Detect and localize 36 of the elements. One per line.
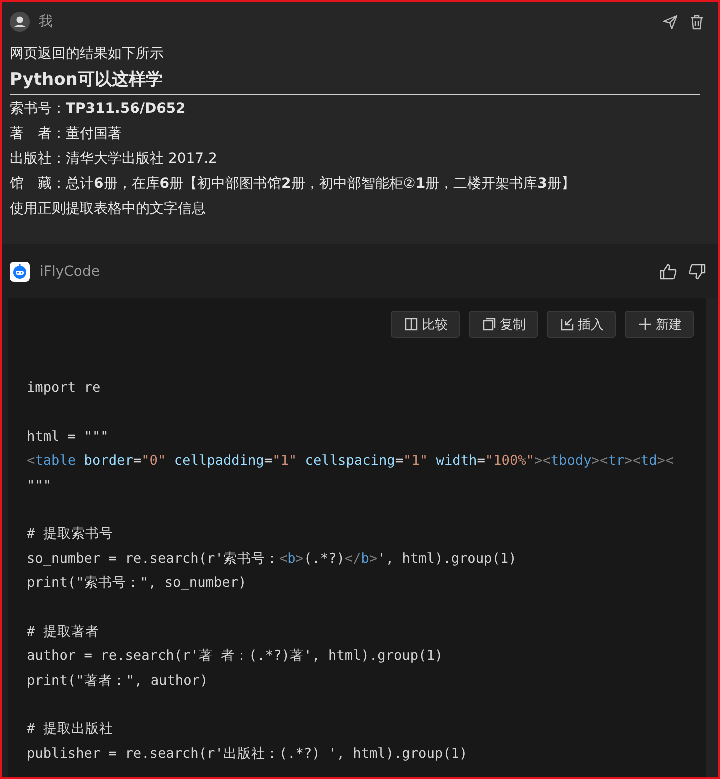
split-panel-icon (405, 318, 418, 331)
code-line: author = re.search(r'著 者：(.*?)著', html).group(1) (27, 647, 444, 666)
scrollbar[interactable] (706, 298, 718, 777)
robot-logo-icon (10, 262, 30, 282)
code-line: # 提取出版社 (27, 720, 114, 740)
book-info-line: 索书号：TP311.56/D652 (10, 100, 187, 119)
code-action-button[interactable]: 新建 (625, 311, 694, 338)
book-title: Python可以这样学 (10, 67, 700, 95)
plus-icon (639, 318, 652, 331)
assistant-name: iFlyCode (40, 264, 100, 280)
insert-icon (561, 318, 574, 331)
code-line: <table border="0" cellpadding="1" cellspacing="1" width="100%"><tbody><tr><td>< (27, 452, 674, 472)
code-action-button[interactable]: 插入 (547, 311, 616, 338)
thumbs-down-icon[interactable] (689, 264, 706, 280)
code-action-button[interactable]: 比较 (391, 311, 460, 338)
request-text: 使用正则提取表格中的文字信息 (10, 200, 207, 219)
send-icon[interactable] (663, 14, 678, 30)
book-info-line: 著 者：董付国著 (10, 125, 123, 144)
code-action-button[interactable]: 复制 (469, 311, 538, 338)
code-line: # 提取索书号 (27, 525, 114, 544)
code-line: html = """ (27, 428, 109, 447)
user-avatar-icon (10, 12, 30, 32)
code-line: """ (27, 476, 52, 496)
user-name: 我 (39, 13, 53, 31)
book-info-line: 馆 藏：总计6册，在库6册【初中部图书馆2册，初中部智能柜②1册，二楼开架书库3册】 (10, 175, 576, 194)
code-line: print("著者：", author) (27, 672, 208, 691)
code-line: import re (27, 379, 101, 398)
book-info-line: 出版社：清华大学出版社 2017.2 (10, 150, 218, 169)
code-line: publisher = re.search(r'出版社：(.*?) ', html).group(1) (27, 744, 468, 764)
intro-text: 网页返回的结果如下所示 (10, 45, 165, 64)
code-line: # 提取著者 (27, 622, 100, 642)
delete-icon[interactable] (690, 14, 704, 30)
code-line: print("索书号：", so_number) (27, 574, 247, 594)
copy-icon (483, 318, 496, 331)
thumbs-up-icon[interactable] (660, 264, 677, 280)
code-line: so_number = re.search(r'索书号：<b>(.*?)</b>', html).group(1) (27, 550, 517, 569)
